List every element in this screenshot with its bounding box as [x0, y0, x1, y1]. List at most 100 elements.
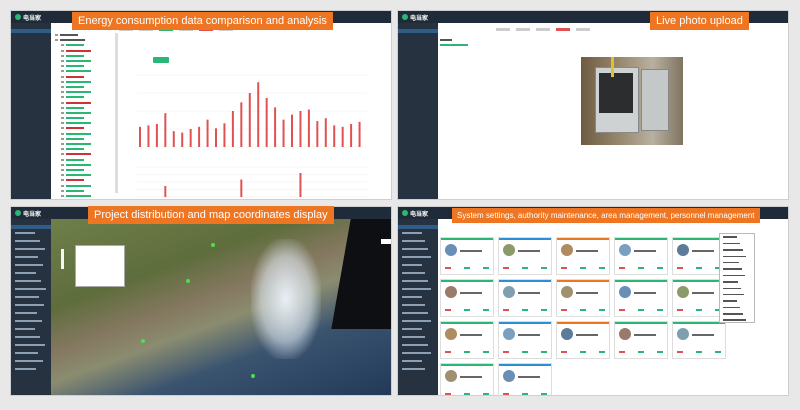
project-card[interactable]	[672, 237, 726, 275]
sidebar-item[interactable]	[398, 365, 438, 373]
sidebar-item[interactable]	[398, 341, 438, 349]
project-card[interactable]	[556, 237, 610, 275]
bar[interactable]	[147, 125, 150, 147]
project-marker[interactable]	[251, 374, 255, 378]
sidebar-item[interactable]	[398, 357, 438, 365]
bar[interactable]	[299, 111, 302, 147]
bar[interactable]	[155, 123, 158, 147]
sidebar-item[interactable]	[398, 229, 438, 237]
sidebar-active-item[interactable]	[398, 29, 438, 33]
sidebar-item[interactable]	[398, 349, 438, 357]
project-card[interactable]	[440, 279, 494, 317]
project-card[interactable]	[440, 321, 494, 359]
bar[interactable]	[350, 123, 353, 147]
tree-scrollbar[interactable]	[115, 33, 118, 193]
project-card[interactable]	[556, 321, 610, 359]
project-card[interactable]	[672, 321, 726, 359]
bar[interactable]	[299, 173, 302, 197]
bar[interactable]	[307, 109, 310, 147]
bar[interactable]	[172, 131, 175, 147]
sidebar-item[interactable]	[11, 253, 51, 261]
sidebar-item[interactable]	[398, 277, 438, 285]
sidebar-item[interactable]	[11, 245, 51, 253]
sidebar-item[interactable]	[11, 317, 51, 325]
bar[interactable]	[291, 114, 293, 147]
tab[interactable]	[516, 27, 530, 31]
sidebar-item[interactable]	[398, 285, 438, 293]
sidebar-item[interactable]	[398, 237, 438, 245]
bar[interactable]	[240, 102, 243, 147]
sidebar-item[interactable]	[11, 325, 51, 333]
bar[interactable]	[240, 179, 243, 198]
bar[interactable]	[223, 123, 226, 147]
sidebar-item[interactable]	[398, 269, 438, 277]
sidebar-item[interactable]	[398, 245, 438, 253]
sidebar-item[interactable]	[11, 349, 51, 357]
sidebar-item[interactable]	[11, 341, 51, 349]
project-card[interactable]	[440, 237, 494, 275]
bar[interactable]	[358, 121, 361, 147]
sidebar-item[interactable]	[11, 309, 51, 317]
search-button[interactable]	[153, 57, 169, 63]
bar[interactable]	[316, 121, 319, 147]
sidebar-item[interactable]	[11, 277, 51, 285]
bar[interactable]	[164, 113, 167, 147]
sidebar-item[interactable]	[11, 269, 51, 277]
project-card[interactable]	[498, 321, 552, 359]
bar[interactable]	[274, 107, 277, 147]
project-card[interactable]	[556, 279, 610, 317]
sidebar-item[interactable]	[11, 301, 51, 309]
sidebar-item[interactable]	[11, 285, 51, 293]
tree-node[interactable]	[53, 194, 113, 197]
sidebar-item[interactable]	[11, 357, 51, 365]
sidebar-item[interactable]	[11, 237, 51, 245]
project-card[interactable]	[498, 363, 552, 395]
bar[interactable]	[257, 82, 260, 147]
sidebar-item[interactable]	[11, 229, 51, 237]
sidebar-item[interactable]	[398, 293, 438, 301]
satellite-map[interactable]	[51, 219, 391, 395]
project-card[interactable]	[614, 321, 668, 359]
sidebar-item[interactable]	[398, 317, 438, 325]
sidebar-item[interactable]	[11, 261, 51, 269]
bar[interactable]	[164, 186, 167, 197]
map-type-toggle[interactable]	[381, 239, 391, 244]
menu-item[interactable]	[720, 317, 754, 323]
project-card[interactable]	[440, 363, 494, 395]
bar[interactable]	[324, 118, 327, 147]
project-card[interactable]	[498, 237, 552, 275]
tab[interactable]	[496, 27, 510, 31]
project-card[interactable]	[498, 279, 552, 317]
bar[interactable]	[333, 125, 336, 147]
sidebar-item[interactable]	[398, 253, 438, 261]
tab[interactable]	[576, 27, 590, 31]
project-marker[interactable]	[186, 279, 190, 283]
sidebar-item[interactable]	[11, 333, 51, 341]
bar[interactable]	[231, 111, 234, 147]
sidebar-item[interactable]	[398, 309, 438, 317]
sidebar-item[interactable]	[398, 261, 438, 269]
bar[interactable]	[215, 128, 217, 147]
bar[interactable]	[248, 93, 251, 147]
project-card[interactable]	[672, 279, 726, 317]
bar[interactable]	[198, 126, 201, 147]
sidebar-item[interactable]	[11, 293, 51, 301]
bar[interactable]	[189, 129, 192, 147]
project-marker[interactable]	[211, 243, 215, 247]
bar[interactable]	[265, 98, 268, 147]
sidebar-active-item[interactable]	[11, 29, 51, 33]
sidebar-item[interactable]	[11, 365, 51, 373]
bar[interactable]	[181, 132, 184, 147]
bar[interactable]	[139, 126, 141, 147]
tab[interactable]	[536, 27, 550, 31]
sidebar-item[interactable]	[398, 301, 438, 309]
sidebar-item[interactable]	[398, 325, 438, 333]
tab-active[interactable]	[556, 27, 570, 31]
sidebar-item[interactable]	[398, 333, 438, 341]
project-card[interactable]	[614, 237, 668, 275]
bar[interactable]	[282, 119, 285, 147]
project-marker[interactable]	[141, 339, 145, 343]
bar[interactable]	[341, 126, 344, 147]
uploaded-site-photo[interactable]	[581, 57, 683, 145]
project-card[interactable]	[614, 279, 668, 317]
